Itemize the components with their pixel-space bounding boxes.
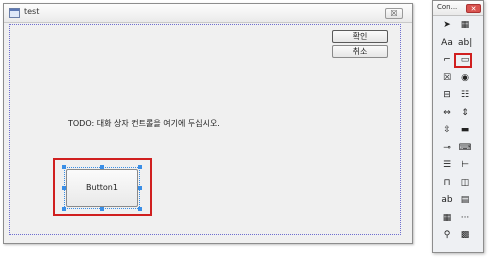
toolbox-titlebar[interactable]: Con... ✕	[433, 1, 483, 16]
resize-handle[interactable]	[62, 186, 66, 190]
progress-icon[interactable]: ▬	[458, 125, 472, 136]
dialog-title: test	[24, 7, 40, 16]
list-control-icon[interactable]: ☰	[440, 160, 454, 171]
tree-control-icon[interactable]: ⊢	[458, 160, 472, 171]
edit-box-icon[interactable]: ab|	[458, 38, 472, 49]
hotkey-icon[interactable]: ⌨	[458, 143, 472, 154]
resize-handle[interactable]	[100, 165, 104, 169]
resize-handle[interactable]	[138, 207, 142, 211]
window-icon	[9, 8, 20, 18]
group-box-icon[interactable]: ⌐	[440, 55, 454, 66]
month-calendar-icon[interactable]: ▦	[440, 213, 454, 224]
extended-combo-icon[interactable]: ▩	[458, 230, 472, 241]
static-text-icon[interactable]: Aa	[440, 38, 454, 49]
ok-button[interactable]: 확인	[332, 30, 388, 43]
close-button[interactable]: ☒	[385, 8, 403, 19]
resize-handle[interactable]	[138, 186, 142, 190]
spin-icon[interactable]: ⇳	[440, 125, 454, 136]
dialog-titlebar[interactable]: test ☒	[4, 4, 412, 23]
todo-static-text[interactable]: TODO: 대화 상자 컨트롤을 여기에 두십시오.	[68, 118, 220, 129]
combo-box-icon[interactable]: ⊟	[440, 90, 454, 101]
rich-edit-icon[interactable]: ab	[440, 195, 454, 206]
toolbox-close-button[interactable]: ✕	[466, 4, 481, 13]
picture-icon[interactable]: ▦	[458, 20, 472, 31]
check-box-icon[interactable]: ☒	[440, 73, 454, 84]
resize-handle[interactable]	[138, 165, 142, 169]
vertical-scroll-icon[interactable]: ⇕	[458, 108, 472, 119]
tab-control-icon[interactable]: ⊓	[440, 178, 454, 189]
pointer-icon[interactable]: ➤	[440, 20, 454, 31]
resize-handle[interactable]	[62, 207, 66, 211]
date-picker-icon[interactable]: ▤	[458, 195, 472, 206]
ip-address-icon[interactable]: ···	[458, 213, 472, 224]
list-box-icon[interactable]: ☷	[458, 90, 472, 101]
resize-handle[interactable]	[62, 165, 66, 169]
radio-button-icon[interactable]: ◉	[458, 73, 472, 84]
toolbox-title: Con...	[437, 3, 458, 11]
cancel-button[interactable]: 취소	[332, 45, 388, 58]
animate-icon[interactable]: ◫	[458, 178, 472, 189]
horizontal-scroll-icon[interactable]: ⇔	[440, 108, 454, 119]
syslink-icon[interactable]: ⚲	[440, 230, 454, 241]
button-tool-highlight	[454, 53, 472, 68]
slider-icon[interactable]: ⊸	[440, 143, 454, 154]
resize-handle[interactable]	[100, 207, 104, 211]
button1[interactable]: Button1	[66, 169, 138, 207]
